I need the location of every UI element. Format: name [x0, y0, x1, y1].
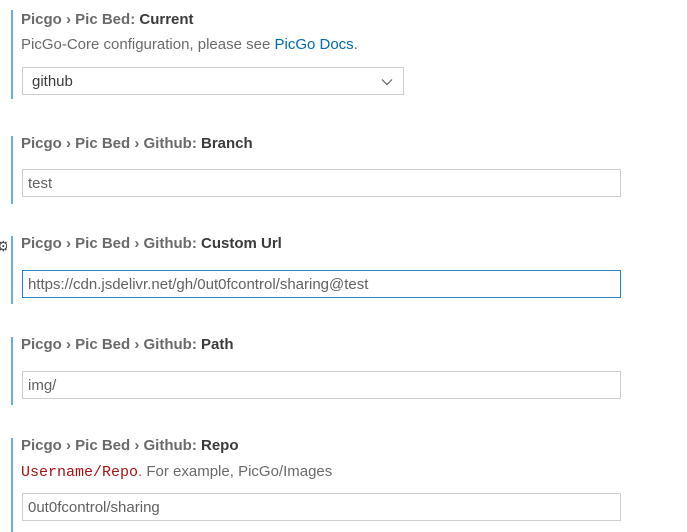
- repo-input[interactable]: [22, 493, 621, 521]
- setting-key: Path: [201, 336, 234, 353]
- setting-title: Picgo › Pic Bed › Github: Custom Url: [21, 235, 282, 253]
- setting-prefix: Picgo › Pic Bed › Github:: [21, 135, 201, 152]
- gear-icon[interactable]: ⚙: [0, 238, 7, 254]
- setting-key: Current: [139, 11, 194, 28]
- custom-url-input[interactable]: [22, 270, 621, 298]
- modified-indicator: [11, 337, 13, 405]
- setting-repo: Picgo › Pic Bed › Github: Repo Username/…: [0, 432, 687, 532]
- setting-path: Picgo › Pic Bed › Github: Path: [0, 331, 687, 411]
- setting-key: Repo: [201, 437, 239, 454]
- description-text: PicGo-Core configuration, please see: [21, 36, 275, 53]
- settings-list: Picgo › Pic Bed: Current PicGo-Core conf…: [0, 0, 687, 532]
- repo-format-code: Username/Repo: [21, 464, 139, 481]
- picgo-docs-link[interactable]: PicGo Docs: [274, 36, 353, 53]
- setting-description: Username/Repo. For example, PicGo/Images: [21, 463, 332, 482]
- setting-prefix: Picgo › Pic Bed:: [21, 11, 140, 28]
- setting-title: Picgo › Pic Bed › Github: Path: [21, 336, 234, 354]
- setting-key: Custom Url: [201, 235, 282, 252]
- setting-custom-url: ⚙ Picgo › Pic Bed › Github: Custom Url: [0, 230, 687, 310]
- setting-title: Picgo › Pic Bed › Github: Repo: [21, 437, 239, 455]
- setting-prefix: Picgo › Pic Bed › Github:: [21, 336, 201, 353]
- select-value: github: [32, 73, 73, 90]
- description-suffix: .: [353, 36, 358, 53]
- setting-title: Picgo › Pic Bed: Current: [21, 11, 194, 29]
- description-text: . For example, PicGo/Images: [138, 463, 333, 480]
- modified-indicator: [11, 10, 13, 99]
- setting-description: PicGo-Core configuration, please see Pic…: [21, 36, 358, 54]
- setting-prefix: Picgo › Pic Bed › Github:: [21, 437, 201, 454]
- setting-prefix: Picgo › Pic Bed › Github:: [21, 235, 201, 252]
- modified-indicator: [11, 136, 13, 204]
- setting-title: Picgo › Pic Bed › Github: Branch: [21, 135, 253, 153]
- modified-indicator: [11, 236, 13, 304]
- setting-current: Picgo › Pic Bed: Current PicGo-Core conf…: [0, 0, 687, 110]
- setting-key: Branch: [201, 135, 253, 152]
- setting-branch: Picgo › Pic Bed › Github: Branch: [0, 130, 687, 210]
- path-input[interactable]: [22, 371, 621, 399]
- branch-input[interactable]: [22, 169, 621, 197]
- chevron-down-icon: [381, 75, 393, 87]
- modified-indicator: [11, 438, 13, 532]
- pic-bed-select[interactable]: github: [22, 67, 404, 95]
